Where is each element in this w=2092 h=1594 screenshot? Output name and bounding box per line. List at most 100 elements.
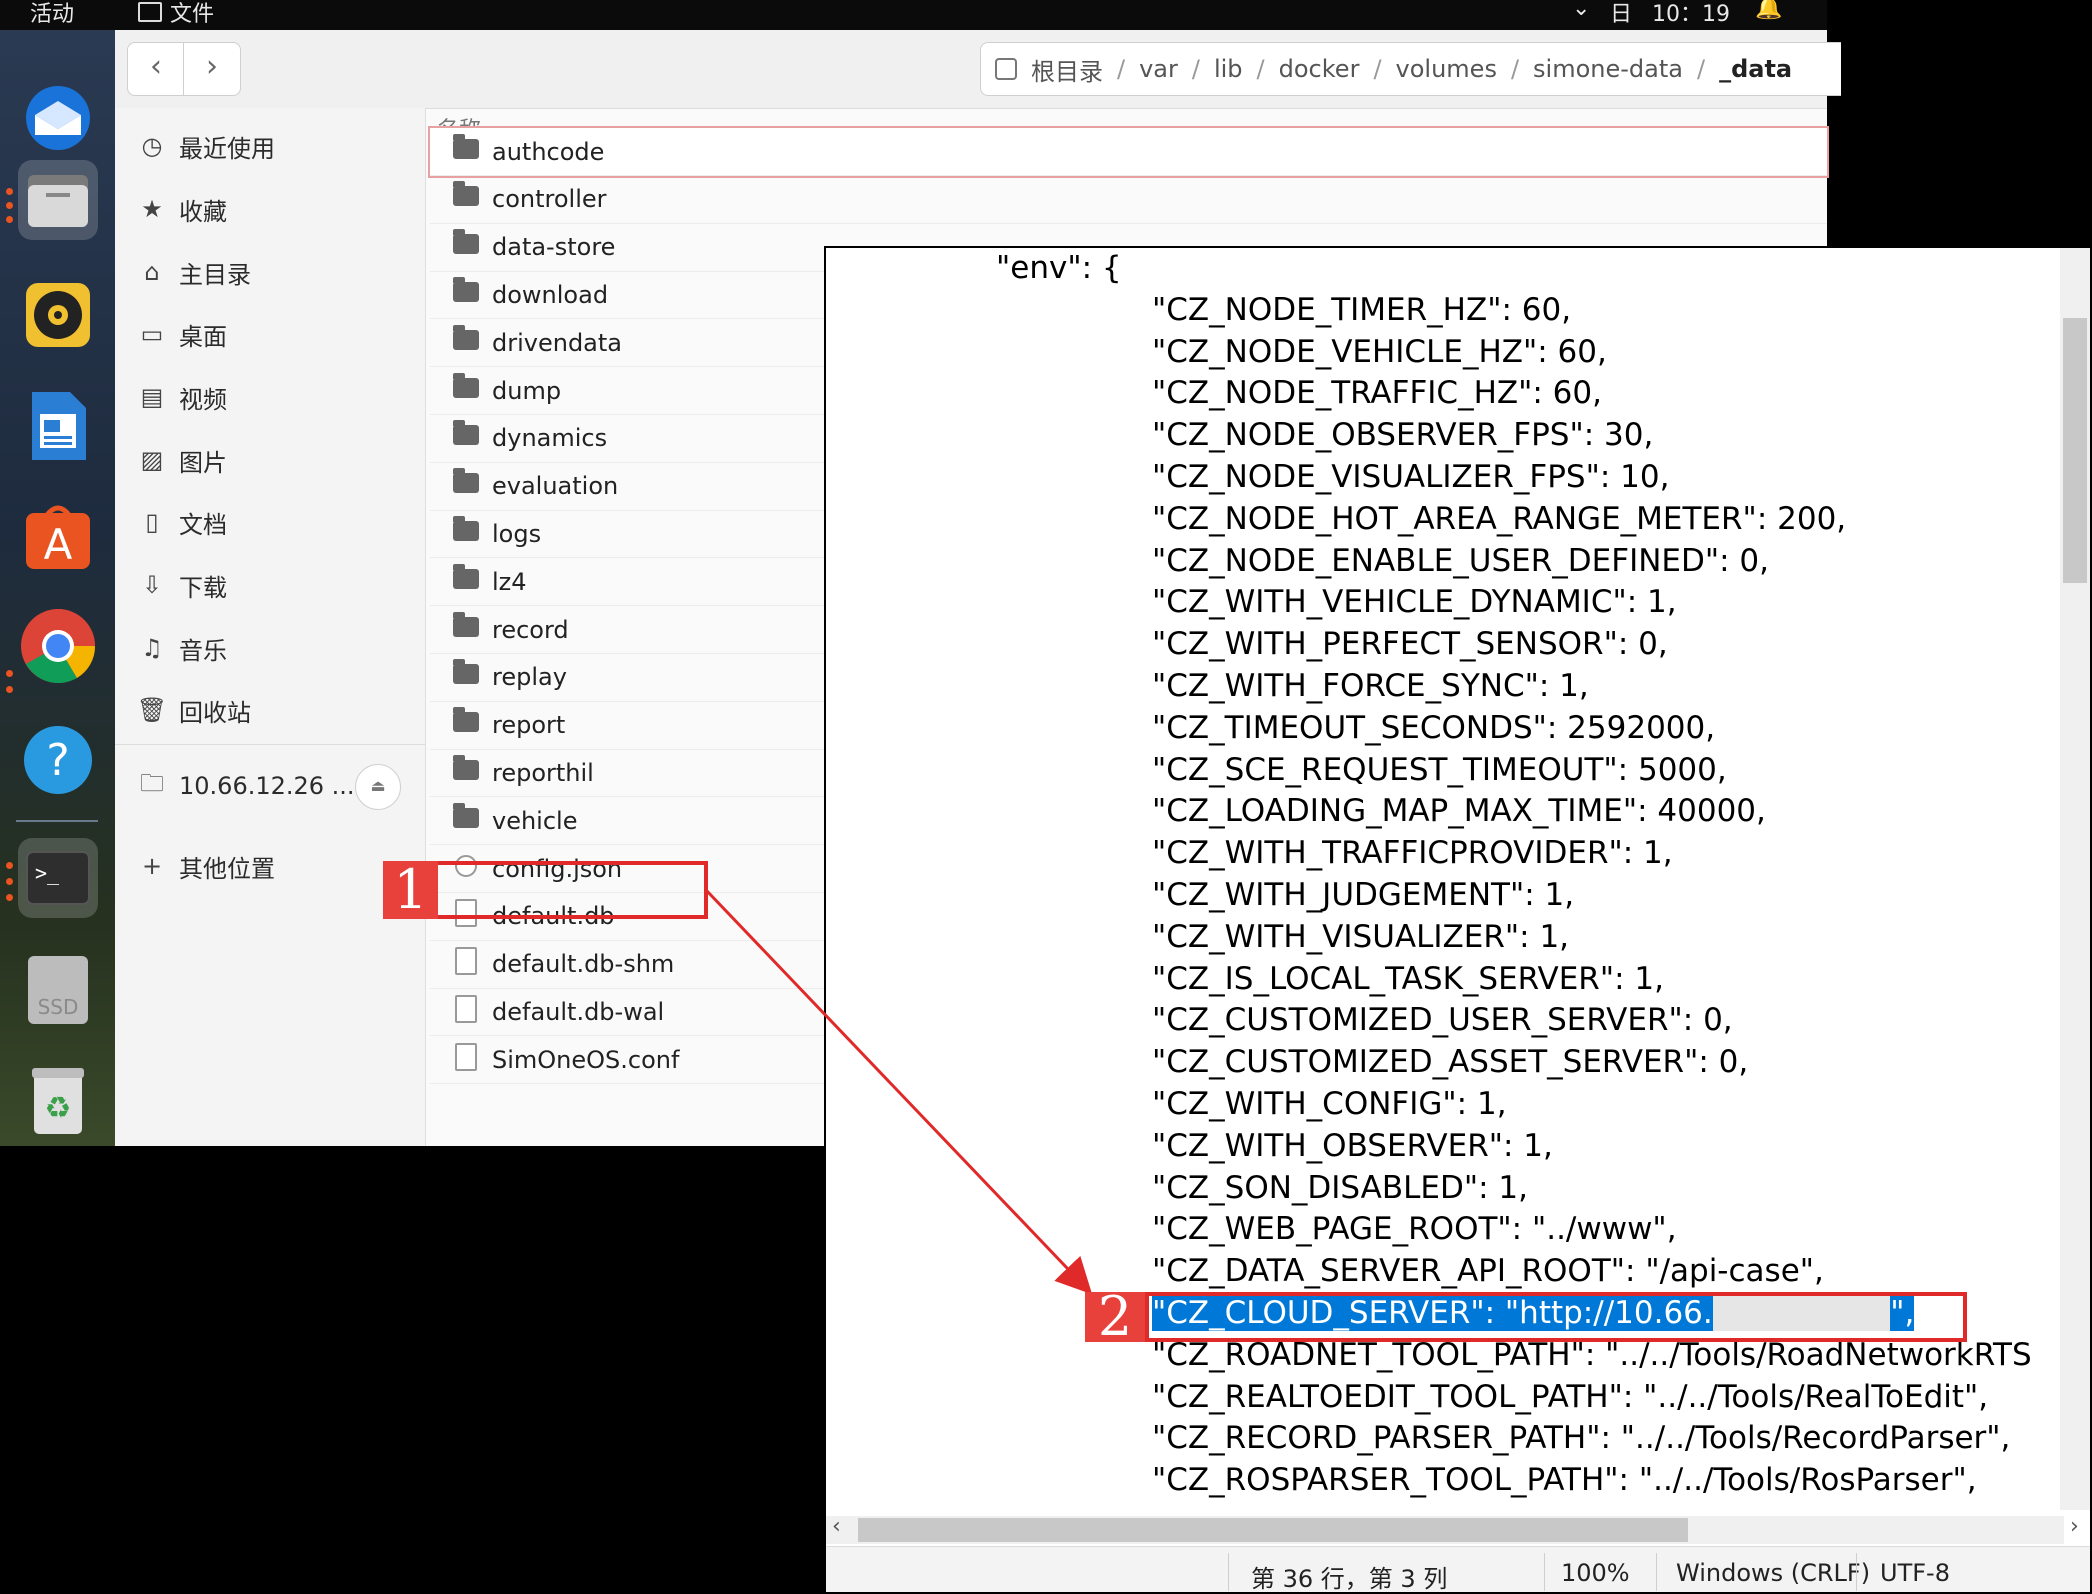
code-line[interactable]: "CZ_WITH_VEHICLE_DYNAMIC": 1, [1152,584,1677,620]
chrome-icon[interactable] [18,606,98,686]
file-name: controller [492,185,607,214]
breadcrumb-simone-data[interactable]: simone-data [1527,55,1689,83]
app-menu[interactable]: 文件 [138,0,214,28]
sidebar-item-pictures[interactable]: ▨ 图片 [135,438,227,482]
top-bar: 活动 文件 ⌄ 日 10：19 🔔 [0,0,1827,30]
sidebar-item-music[interactable]: ♫ 音乐 [135,626,227,670]
code-line[interactable]: "CZ_CUSTOMIZED_USER_SERVER": 0, [1152,1002,1733,1038]
breadcrumb-lib[interactable]: lib [1208,55,1249,83]
sidebar-item-downloads[interactable]: ⇩ 下载 [135,563,227,607]
file-name: default.db-shm [492,950,675,979]
code-line[interactable]: "CZ_REALTOEDIT_TOOL_PATH": "../../Tools/… [1152,1379,1988,1415]
trash-icon[interactable]: ♻ [18,1060,98,1140]
sidebar-item-desktop[interactable]: ▭ 桌面 [135,312,227,356]
folder-icon [452,611,480,643]
folder-icon [452,229,480,260]
rhythmbox-icon[interactable] [18,275,98,355]
file-name: download [492,280,609,309]
folder-icon [452,659,480,690]
folder-icon [452,181,480,212]
picture-icon: ▨ [140,446,164,474]
vertical-scrollbar[interactable] [2060,248,2090,1510]
home-icon: ⌂ [144,258,160,286]
sidebar-item-trash[interactable]: 🗑 回收站 [135,688,251,732]
thunderbird-icon[interactable] [18,78,98,158]
scroll-right-icon[interactable]: › [2070,1514,2079,1539]
writer-icon[interactable] [18,386,98,466]
window-icon [138,2,162,22]
back-button[interactable]: ‹ [127,42,185,96]
horizontal-scrollbar[interactable]: ‹ [826,1514,2064,1544]
file-name: evaluation [492,472,619,501]
eject-icon[interactable]: ⏏ [355,764,401,810]
ssd-icon[interactable]: SSD [18,950,98,1030]
document-icon: ▯ [145,508,159,536]
chevron-down-icon[interactable]: ⌄ [1572,0,1590,21]
terminal-icon[interactable]: >_ [18,838,98,918]
sidebar-item-videos[interactable]: ▤ 视频 [135,375,227,419]
code-line[interactable]: "CZ_NODE_TIMER_HZ": 60, [1152,292,1571,328]
file-row-authcode[interactable]: authcode [428,126,1829,178]
activities-button[interactable]: 活动 [30,0,74,28]
breadcrumb-docker[interactable]: docker [1273,55,1366,83]
code-line[interactable]: "CZ_ROADNET_TOOL_PATH": "../../Tools/Roa… [1152,1337,2032,1373]
breadcrumb-volumes[interactable]: volumes [1390,55,1503,83]
code-line[interactable]: "CZ_WITH_FORCE_SYNC": 1, [1152,668,1589,704]
code-line[interactable]: "CZ_SON_DISABLED": 1, [1152,1170,1528,1206]
help-icon[interactable]: ? [18,720,98,800]
code-line[interactable]: "CZ_DATA_SERVER_API_ROOT": "/api-case", [1152,1253,1824,1289]
callout-box-2 [1145,1292,1967,1342]
file-icon [452,1042,480,1077]
code-line[interactable]: "CZ_NODE_OBSERVER_FPS": 30, [1152,417,1653,453]
sidebar-item-other-locations[interactable]: + 其他位置 [135,844,275,888]
scrollbar-thumb[interactable] [858,1518,1688,1542]
running-indicator [6,216,13,223]
code-line[interactable]: "CZ_WITH_TRAFFICPROVIDER": 1, [1152,835,1673,871]
breadcrumb-data[interactable]: _data [1713,55,1798,83]
code-line[interactable]: "CZ_ROSPARSER_TOOL_PATH": "../../Tools/R… [1152,1462,1977,1498]
app-center-icon[interactable]: A [18,496,98,576]
sidebar-item-documents[interactable]: ▯ 文档 [135,500,227,544]
code-line[interactable]: "CZ_NODE_TRAFFIC_HZ": 60, [1152,375,1602,411]
text-editor-window: "env": { "CZ_NODE_TIMER_HZ": 60, "CZ_NODE_… [824,246,2092,1594]
files-icon[interactable] [18,160,98,240]
sidebar-item-recent[interactable]: ◷ 最近使用 [135,124,275,168]
clock-icon: ◷ [141,132,163,160]
code-line[interactable]: "env": { [996,250,1122,286]
breadcrumb-var[interactable]: var [1133,55,1184,83]
star-icon: ★ [141,195,163,223]
dock-divider [16,820,98,822]
code-line[interactable]: "CZ_NODE_VEHICLE_HZ": 60, [1152,334,1607,370]
code-line[interactable]: "CZ_NODE_VISUALIZER_FPS": 10, [1152,459,1669,495]
code-line[interactable]: "CZ_NODE_ENABLE_USER_DEFINED": 0, [1152,543,1769,579]
code-line[interactable]: "CZ_CUSTOMIZED_ASSET_SERVER": 0, [1152,1044,1748,1080]
callout-box-1 [430,861,708,919]
bell-icon[interactable]: 🔔 [1755,0,1782,21]
code-line[interactable]: "CZ_WITH_CONFIG": 1, [1152,1086,1507,1122]
clock[interactable]: 10：19 [1652,0,1730,28]
code-line[interactable]: "CZ_WITH_PERFECT_SENSOR": 0, [1152,626,1668,662]
file-row-controller[interactable]: controller [430,176,1827,224]
code-line[interactable]: "CZ_LOADING_MAP_MAX_TIME": 40000, [1152,793,1766,829]
folder-icon [452,515,480,547]
code-line[interactable]: "CZ_WITH_JUDGEMENT": 1, [1152,877,1574,913]
code-line[interactable]: "CZ_RECORD_PARSER_PATH": "../../Tools/Re… [1152,1420,2010,1456]
code-line[interactable]: "CZ_NODE_HOT_AREA_RANGE_METER": 200, [1152,501,1846,537]
code-line[interactable]: "CZ_WEB_PAGE_ROOT": "../www", [1152,1211,1677,1247]
folder-network-icon: 🗀 [140,768,164,797]
code-line[interactable]: "CZ_WITH_OBSERVER": 1, [1152,1128,1553,1164]
code-line[interactable]: "CZ_TIMEOUT_SECONDS": 2592000, [1152,710,1715,746]
line-ending: Windows (CRLF) [1676,1559,1871,1587]
breadcrumb-root[interactable]: 根目录 [1025,52,1109,87]
code-line[interactable]: "CZ_WITH_VISUALIZER": 1, [1152,919,1569,955]
sidebar-item-network-mount[interactable]: 🗀 10.66.12.26 ... [135,764,355,808]
step-badge-2: 2 [1085,1290,1145,1344]
scrollbar-thumb[interactable] [2063,318,2087,583]
sidebar-item-home[interactable]: ⌂ 主目录 [135,250,251,294]
sidebar-item-starred[interactable]: ★ 收藏 [135,187,227,231]
file-name: replay [492,663,567,692]
code-line[interactable]: "CZ_IS_LOCAL_TASK_SERVER": 1, [1152,961,1664,997]
code-line[interactable]: "CZ_SCE_REQUEST_TIMEOUT": 5000, [1152,752,1727,788]
forward-button[interactable]: › [183,42,241,96]
scroll-left-icon[interactable]: ‹ [832,1514,841,1539]
